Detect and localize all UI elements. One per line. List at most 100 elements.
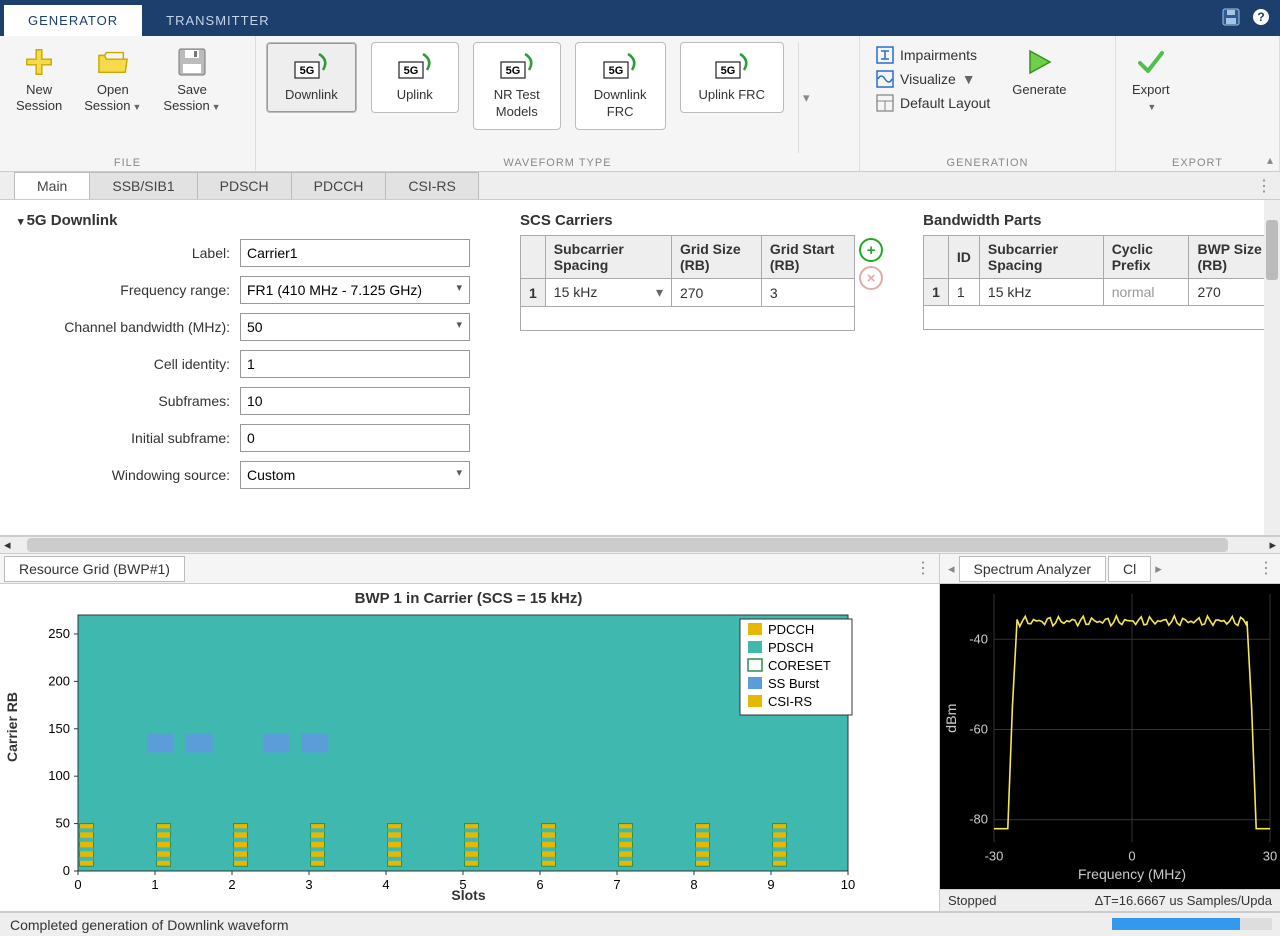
- sub-tab-main[interactable]: Main: [14, 172, 90, 199]
- 5g-icon: 5G: [395, 51, 435, 81]
- svg-text:SS Burst: SS Burst: [768, 676, 820, 691]
- svg-text:PDSCH: PDSCH: [768, 640, 814, 655]
- svg-text:CORESET: CORESET: [768, 658, 831, 673]
- progress-bar: [1112, 918, 1272, 930]
- spectrum-chart: -80 -60 -40 -30 0 30 dBm Frequency (MHz): [940, 584, 1280, 889]
- table-row[interactable]: 115 kHz ▾2703: [521, 279, 855, 307]
- waveform-more-button[interactable]: ▾: [798, 42, 814, 153]
- svg-text:0: 0: [74, 877, 81, 892]
- freq-range-select[interactable]: FR1 (410 MHz - 7.125 GHz): [240, 276, 470, 304]
- svg-text:100: 100: [48, 768, 70, 783]
- svg-text:200: 200: [48, 673, 70, 688]
- 5g-icon: 5G: [712, 51, 752, 81]
- vert-scrollbar[interactable]: [1264, 200, 1280, 535]
- cell-id-input[interactable]: [240, 350, 470, 378]
- svg-text:2: 2: [228, 877, 235, 892]
- table-row[interactable]: 1115 kHznormal270: [924, 279, 1280, 306]
- next-panel-icon[interactable]: ▸: [1151, 561, 1166, 577]
- sub-tab-pdsch[interactable]: PDSCH: [197, 172, 292, 199]
- svg-text:0: 0: [63, 863, 70, 878]
- svg-text:0: 0: [1128, 848, 1135, 863]
- svg-text:-80: -80: [969, 812, 988, 827]
- default-layout-button[interactable]: Default Layout: [876, 94, 990, 112]
- spectrum-menu-icon[interactable]: ⋮: [1258, 558, 1274, 578]
- scs-table[interactable]: Subcarrier SpacingGrid Size (RB)Grid Sta…: [520, 235, 855, 331]
- chart-ylabel: Carrier RB: [4, 692, 20, 762]
- sub-tab-csirs[interactable]: CSI-RS: [385, 172, 478, 199]
- generation-group-label: GENERATION: [870, 153, 1105, 169]
- export-group-label: EXPORT: [1126, 153, 1269, 169]
- horiz-scrollbar[interactable]: ◂ ▸: [0, 536, 1280, 554]
- channel-bw-label: Channel bandwidth (MHz):: [18, 319, 240, 335]
- resource-grid-tab[interactable]: Resource Grid (BWP#1): [4, 556, 185, 582]
- layout-icon: [876, 94, 894, 112]
- svg-text:dBm: dBm: [943, 704, 959, 733]
- scs-table-title: SCS Carriers: [520, 212, 855, 229]
- export-button[interactable]: Export▼: [1126, 42, 1176, 119]
- tab-generator[interactable]: GENERATOR: [4, 5, 142, 36]
- windowing-label: Windowing source:: [18, 467, 240, 483]
- label-input[interactable]: [240, 239, 470, 267]
- save-icon[interactable]: [1220, 6, 1242, 28]
- generate-button[interactable]: Generate: [1006, 42, 1072, 102]
- check-icon: [1135, 46, 1167, 78]
- waveform-uplink-button[interactable]: 5G Uplink: [371, 42, 459, 113]
- new-session-button[interactable]: New Session: [10, 42, 68, 119]
- resource-grid-menu-icon[interactable]: ⋮: [915, 558, 931, 578]
- bwp-table[interactable]: IDSubcarrier SpacingCyclic PrefixBWP Siz…: [923, 235, 1280, 330]
- label-label: Label:: [18, 245, 240, 261]
- sub-tab-ssb[interactable]: SSB/SIB1: [89, 172, 197, 199]
- svg-text:150: 150: [48, 721, 70, 736]
- tab-menu-icon[interactable]: ⋮: [1256, 176, 1272, 196]
- windowing-select[interactable]: Custom: [240, 461, 470, 489]
- svg-text:5G: 5G: [403, 65, 418, 77]
- folder-open-icon: [97, 46, 129, 78]
- svg-text:5G: 5G: [609, 65, 624, 77]
- spectrum-tab2[interactable]: Cl: [1108, 556, 1151, 582]
- sub-tab-pdcch[interactable]: PDCCH: [291, 172, 387, 199]
- svg-text:8: 8: [690, 877, 697, 892]
- spectrum-tab[interactable]: Spectrum Analyzer: [959, 556, 1107, 582]
- open-session-button[interactable]: Open Session▼: [78, 42, 147, 119]
- help-icon[interactable]: ?: [1250, 6, 1272, 28]
- add-row-button[interactable]: +: [859, 238, 883, 262]
- spectrum-status-left: Stopped: [948, 893, 996, 908]
- channel-bw-select[interactable]: 50: [240, 313, 470, 341]
- waveform-uplink-frc-button[interactable]: 5G Uplink FRC: [680, 42, 784, 113]
- svg-text:?: ?: [1257, 10, 1264, 24]
- svg-text:6: 6: [536, 877, 543, 892]
- plus-icon: [23, 46, 55, 78]
- 5g-icon: 5G: [600, 51, 640, 81]
- collapse-ribbon-button[interactable]: ▴: [1267, 153, 1273, 167]
- file-group-label: FILE: [10, 153, 245, 169]
- visualize-icon: [876, 70, 894, 88]
- subframes-input[interactable]: [240, 387, 470, 415]
- svg-text:5G: 5G: [300, 65, 315, 77]
- svg-text:-60: -60: [969, 721, 988, 736]
- init-subframe-input[interactable]: [240, 424, 470, 452]
- cell-id-label: Cell identity:: [18, 356, 240, 372]
- bwp-table-title: Bandwidth Parts: [923, 212, 1280, 229]
- svg-text:-40: -40: [969, 631, 988, 646]
- waveform-downlink-frc-button[interactable]: 5G Downlink FRC: [575, 42, 666, 130]
- svg-text:5G: 5G: [720, 65, 735, 77]
- save-session-button[interactable]: Save Session▼: [157, 42, 226, 119]
- tab-transmitter[interactable]: TRANSMITTER: [142, 5, 293, 36]
- impairments-button[interactable]: Impairments: [876, 46, 990, 64]
- prev-panel-icon[interactable]: ◂: [944, 561, 959, 577]
- visualize-button[interactable]: Visualize▼: [876, 70, 990, 88]
- status-text: Completed generation of Downlink wavefor…: [10, 917, 289, 933]
- svg-text:Frequency (MHz): Frequency (MHz): [1078, 866, 1186, 882]
- svg-text:250: 250: [48, 626, 70, 641]
- svg-text:4: 4: [382, 877, 389, 892]
- waveform-nr-test-button[interactable]: 5G NR Test Models: [473, 42, 561, 130]
- freq-range-label: Frequency range:: [18, 282, 240, 298]
- impairments-icon: [876, 46, 894, 64]
- svg-text:-30: -30: [985, 848, 1004, 863]
- svg-text:5G: 5G: [505, 65, 520, 77]
- delete-row-button[interactable]: ×: [859, 266, 883, 290]
- waveform-downlink-button[interactable]: 5G Downlink: [266, 42, 357, 113]
- svg-text:9: 9: [767, 877, 774, 892]
- svg-text:30: 30: [1263, 848, 1277, 863]
- chart-xlabel: Slots: [451, 887, 485, 903]
